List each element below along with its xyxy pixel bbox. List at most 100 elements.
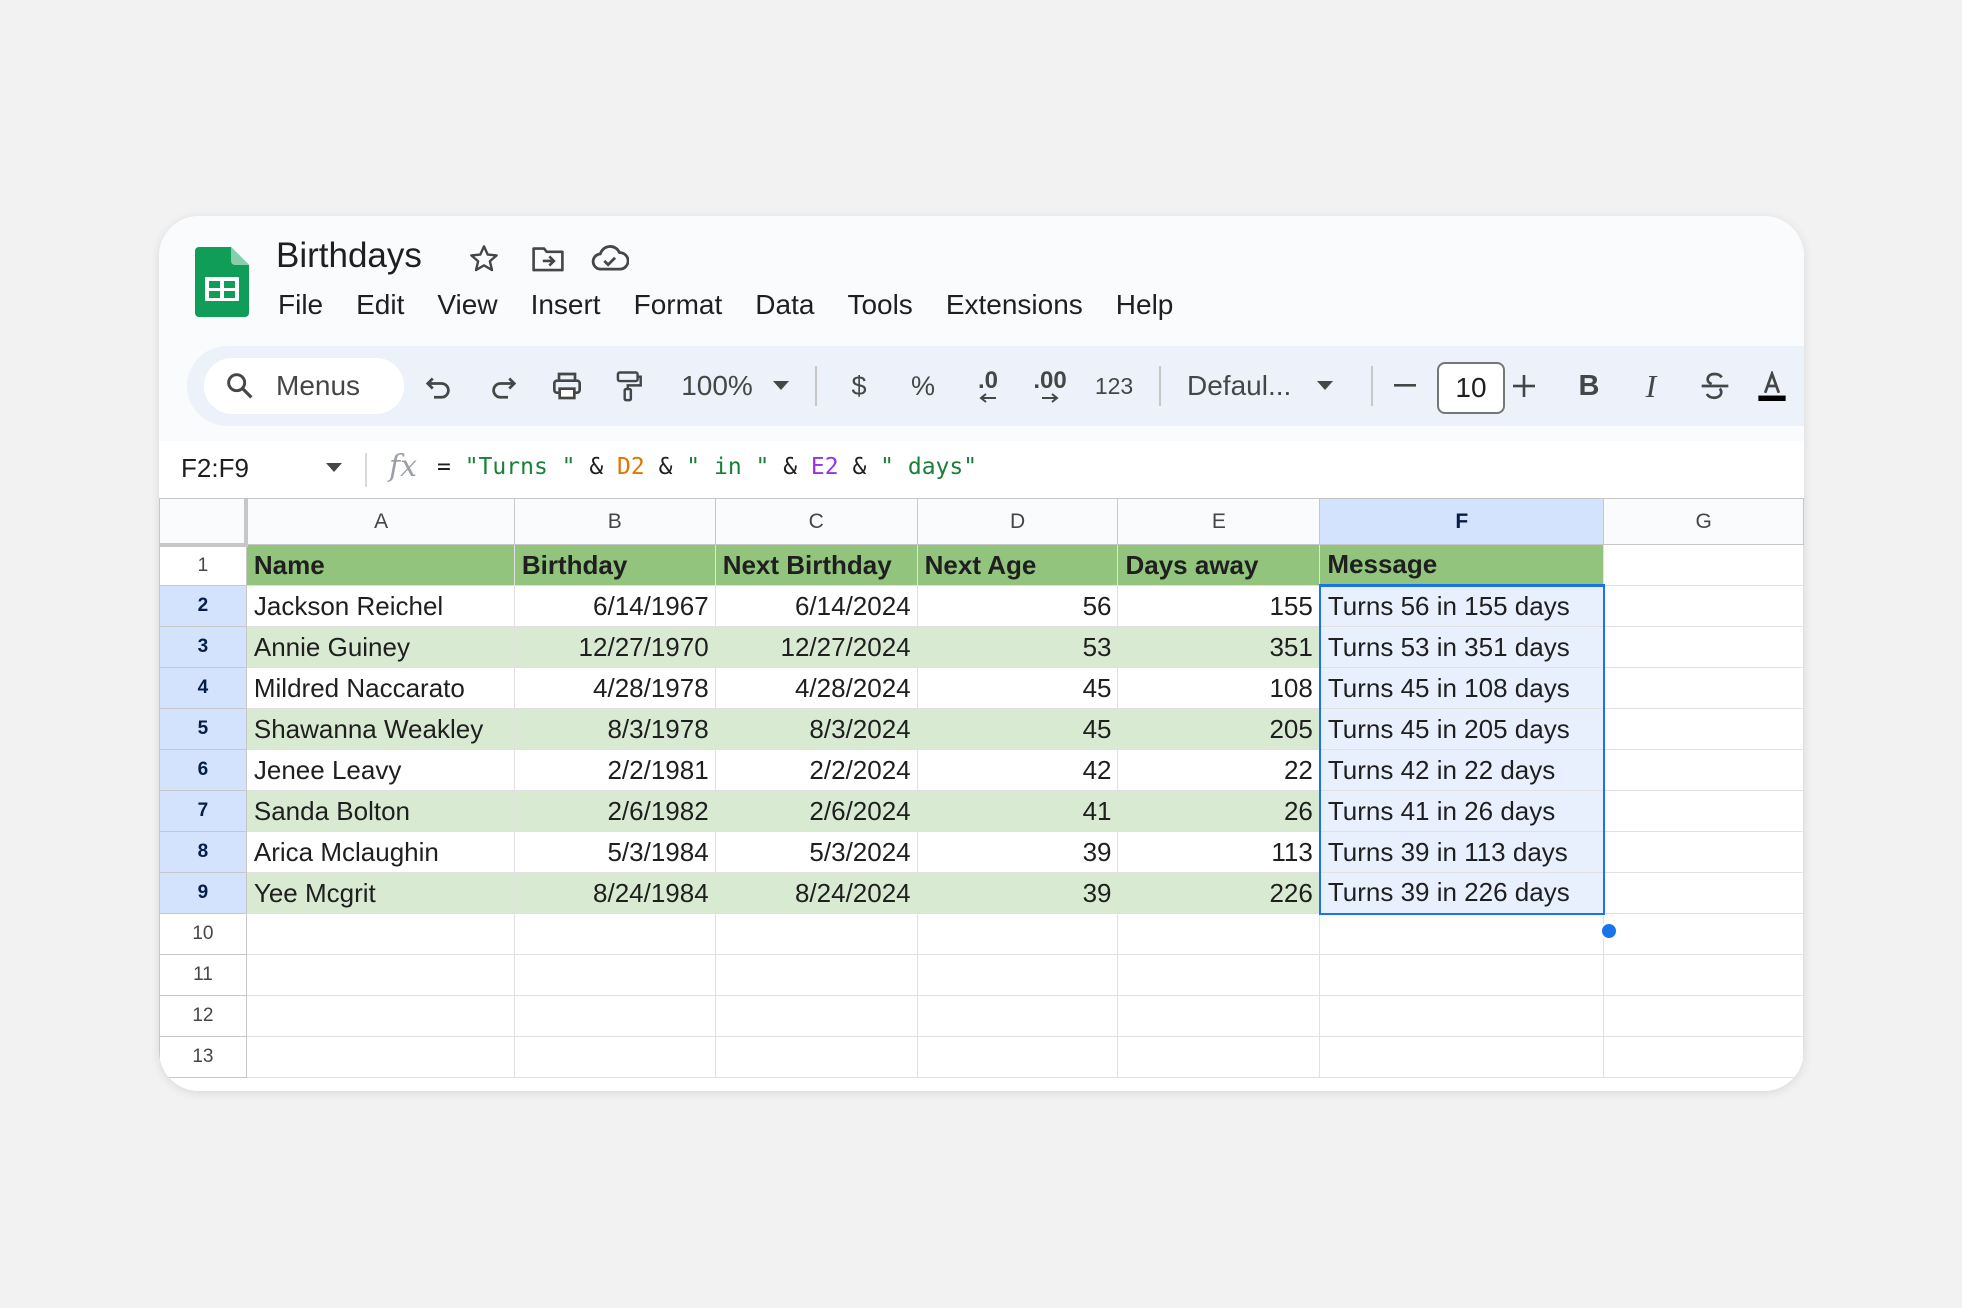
menu-format[interactable]: Format: [634, 289, 723, 321]
name-box[interactable]: F2:F9: [181, 453, 249, 484]
bold-button[interactable]: B: [1567, 362, 1611, 410]
cell[interactable]: [714, 995, 918, 1037]
font-family-select[interactable]: Defaul...: [1187, 362, 1357, 410]
cell[interactable]: [1603, 995, 1804, 1037]
paint-format-icon[interactable]: [607, 362, 651, 410]
menu-file[interactable]: File: [278, 289, 323, 321]
cell[interactable]: [1319, 995, 1605, 1037]
row-header[interactable]: 6: [159, 749, 247, 791]
menu-extensions[interactable]: Extensions: [946, 289, 1083, 321]
cell[interactable]: [1603, 790, 1804, 832]
decrease-decimal-button[interactable]: .0: [963, 362, 1013, 410]
cell-days-away[interactable]: 155: [1117, 585, 1321, 627]
cell-next-age[interactable]: 42: [916, 749, 1119, 791]
row-header[interactable]: 7: [159, 790, 247, 832]
cell[interactable]: [513, 954, 716, 996]
cell-message[interactable]: Turns 53 in 351 days: [1318, 626, 1605, 668]
column-header[interactable]: G: [1603, 498, 1804, 545]
cell-days-away[interactable]: 226: [1117, 872, 1321, 914]
cell[interactable]: [916, 954, 1119, 996]
cell[interactable]: [1603, 708, 1804, 750]
redo-icon[interactable]: [481, 362, 525, 410]
menu-edit[interactable]: Edit: [356, 289, 404, 321]
cell-name[interactable]: Sanda Bolton: [245, 790, 515, 832]
cell-birthday[interactable]: 2/2/1981: [513, 749, 716, 791]
cell[interactable]: [1603, 1036, 1804, 1078]
menu-tools[interactable]: Tools: [847, 289, 912, 321]
column-header[interactable]: B: [513, 498, 716, 545]
cell-name[interactable]: Yee Mcgrit: [245, 872, 515, 914]
cell[interactable]: [1117, 954, 1321, 996]
row-header[interactable]: 8: [159, 831, 247, 873]
increase-decimal-button[interactable]: .00: [1025, 362, 1075, 410]
cell-name[interactable]: Jackson Reichel: [245, 585, 515, 627]
cell-birthday[interactable]: 2/6/1982: [513, 790, 716, 832]
cell-birthday[interactable]: 5/3/1984: [513, 831, 716, 873]
cell[interactable]: [1603, 544, 1804, 586]
cell-next-age[interactable]: 45: [916, 667, 1119, 709]
cell[interactable]: [245, 1036, 515, 1078]
cell-name[interactable]: Mildred Naccarato: [245, 667, 515, 709]
row-header[interactable]: 11: [159, 954, 247, 996]
cell-next-birthday[interactable]: 6/14/2024: [714, 585, 918, 627]
cell[interactable]: [1117, 1036, 1321, 1078]
cell-days-away[interactable]: 108: [1117, 667, 1321, 709]
cell[interactable]: [513, 1036, 716, 1078]
row-header[interactable]: 5: [159, 708, 247, 750]
cell-next-birthday[interactable]: 4/28/2024: [714, 667, 918, 709]
cell-header[interactable]: Birthday: [513, 544, 716, 586]
cell-header[interactable]: Next Age: [916, 544, 1119, 586]
cell[interactable]: [245, 995, 515, 1037]
cell[interactable]: [916, 913, 1119, 955]
cell[interactable]: [1117, 995, 1321, 1037]
cell[interactable]: [1603, 831, 1804, 873]
font-size-input[interactable]: 10: [1437, 362, 1505, 414]
print-icon[interactable]: [545, 362, 589, 410]
cell[interactable]: [1603, 585, 1804, 627]
cell[interactable]: [714, 913, 918, 955]
cell-birthday[interactable]: 6/14/1967: [513, 585, 716, 627]
cell-name[interactable]: Annie Guiney: [245, 626, 515, 668]
row-header[interactable]: 10: [159, 913, 247, 955]
menu-insert[interactable]: Insert: [531, 289, 601, 321]
row-header[interactable]: 4: [159, 667, 247, 709]
name-box-dropdown-icon[interactable]: [326, 463, 342, 473]
cell[interactable]: [1319, 913, 1605, 955]
select-all-corner[interactable]: [159, 498, 249, 547]
cell[interactable]: [916, 1036, 1119, 1078]
column-header[interactable]: C: [714, 498, 918, 545]
decrease-font-size-icon[interactable]: [1385, 362, 1425, 410]
cell[interactable]: [1319, 1036, 1605, 1078]
column-header[interactable]: D: [916, 498, 1119, 545]
menu-data[interactable]: Data: [755, 289, 814, 321]
row-header[interactable]: 13: [159, 1036, 247, 1078]
cell-days-away[interactable]: 205: [1117, 708, 1321, 750]
cell[interactable]: [1117, 913, 1321, 955]
more-formats-button[interactable]: 123: [1087, 362, 1141, 410]
menu-help[interactable]: Help: [1116, 289, 1174, 321]
cell[interactable]: [1603, 749, 1804, 791]
format-percent-button[interactable]: %: [901, 362, 945, 410]
cell[interactable]: [714, 954, 918, 996]
cell-days-away[interactable]: 351: [1117, 626, 1321, 668]
cell-birthday[interactable]: 8/24/1984: [513, 872, 716, 914]
cell[interactable]: [513, 913, 716, 955]
cell-birthday[interactable]: 4/28/1978: [513, 667, 716, 709]
text-color-icon[interactable]: [1755, 362, 1789, 410]
fill-handle[interactable]: [1600, 922, 1618, 940]
formula-input[interactable]: = "Turns " & D2 & " in " & E2 & " days": [437, 454, 977, 480]
cloud-saved-icon[interactable]: [591, 240, 629, 278]
column-header-selected[interactable]: F: [1319, 498, 1605, 545]
undo-icon[interactable]: [417, 362, 461, 410]
zoom-select[interactable]: 100%: [675, 362, 795, 410]
cell-message[interactable]: Turns 39 in 113 days: [1318, 831, 1605, 873]
cell-next-age[interactable]: 53: [916, 626, 1119, 668]
row-header[interactable]: 3: [159, 626, 247, 668]
search-menus-input[interactable]: Menus: [204, 358, 404, 414]
cell-name[interactable]: Arica Mclaughin: [245, 831, 515, 873]
column-header[interactable]: A: [245, 498, 515, 545]
cell-birthday[interactable]: 8/3/1978: [513, 708, 716, 750]
cell-header[interactable]: Message: [1319, 544, 1605, 586]
cell-message[interactable]: Turns 42 in 22 days: [1318, 749, 1605, 791]
cell-next-age[interactable]: 39: [916, 831, 1119, 873]
